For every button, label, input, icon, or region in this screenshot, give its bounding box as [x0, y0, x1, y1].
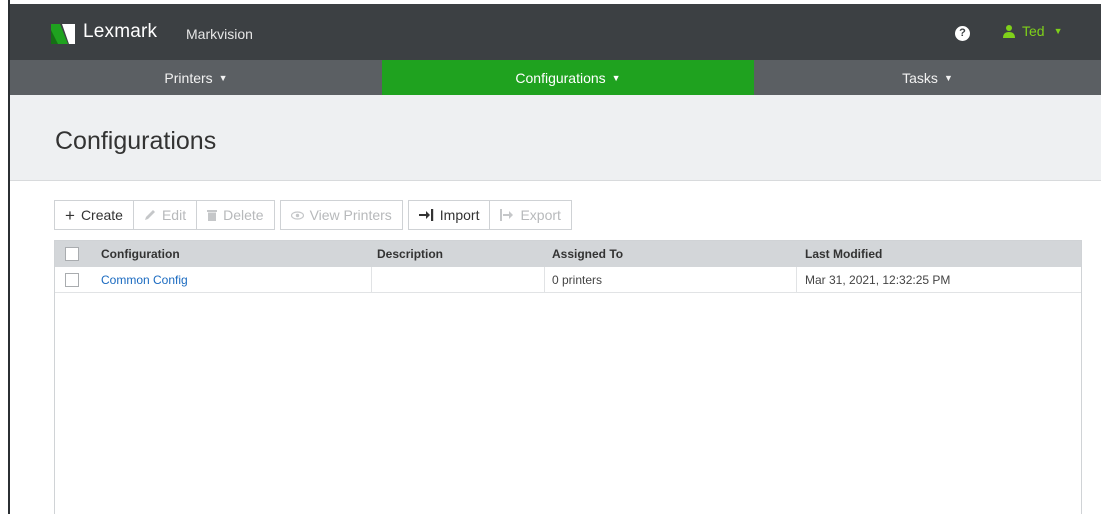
configurations-table: Configuration Description Assigned To La…	[54, 240, 1082, 514]
question-circle-icon[interactable]: ?	[955, 26, 970, 41]
plus-icon: +	[65, 205, 75, 225]
pencil-icon	[144, 210, 155, 220]
export-icon	[500, 209, 514, 221]
column-header-configuration[interactable]: Configuration	[101, 241, 180, 267]
column-divider	[544, 267, 545, 293]
column-header-description[interactable]: Description	[377, 241, 443, 267]
delete-button[interactable]: Delete	[196, 200, 275, 230]
import-button[interactable]: Import	[407, 200, 491, 230]
user-menu[interactable]: Ted ▼	[1002, 23, 1063, 39]
table-header: Configuration Description Assigned To La…	[55, 241, 1081, 267]
table-row[interactable]: Common Config 0 printers Mar 31, 2021, 1…	[55, 267, 1081, 293]
header-bar: Lexmark Markvision ? Ted ▼	[10, 4, 1101, 60]
column-divider	[796, 267, 797, 293]
tab-label: Printers	[164, 69, 213, 86]
column-divider	[371, 267, 372, 293]
product-name: Markvision	[186, 26, 253, 42]
app-window: Lexmark Markvision ? Ted ▼ Printers ▼ Co…	[0, 0, 1101, 514]
assigned-to-cell: 0 printers	[552, 273, 603, 287]
trash-icon	[207, 210, 218, 221]
create-label: Create	[80, 207, 123, 223]
chevron-down-icon: ▼	[1053, 26, 1063, 36]
chevron-down-icon: ▼	[943, 72, 953, 83]
last-modified-cell: Mar 31, 2021, 12:32:25 PM	[805, 273, 951, 287]
user-icon	[1003, 25, 1015, 38]
brand-name[interactable]: Lexmark	[83, 21, 157, 43]
row-checkbox[interactable]	[65, 273, 79, 287]
chevron-down-icon: ▼	[218, 72, 228, 83]
configuration-name-link[interactable]: Common Config	[101, 267, 188, 293]
select-all-checkbox[interactable]	[65, 247, 79, 261]
tab-label: Configurations	[515, 69, 606, 86]
edit-label: Edit	[161, 207, 187, 223]
import-icon	[418, 209, 433, 221]
import-label: Import	[439, 207, 480, 223]
export-button[interactable]: Export	[489, 200, 572, 230]
view-printers-label: View Printers	[309, 207, 392, 223]
tab-printers[interactable]: Printers ▼	[10, 60, 382, 95]
tab-tasks[interactable]: Tasks ▼	[754, 60, 1101, 95]
tab-configurations[interactable]: Configurations ▼	[382, 60, 754, 95]
eye-icon	[290, 210, 304, 220]
column-header-last-modified[interactable]: Last Modified	[805, 241, 882, 267]
tab-label: Tasks	[902, 69, 938, 86]
delete-label: Delete	[223, 207, 264, 223]
edit-button[interactable]: Edit	[132, 200, 198, 230]
column-header-assigned-to[interactable]: Assigned To	[552, 241, 623, 267]
user-name: Ted	[1022, 23, 1045, 39]
view-printers-button[interactable]: View Printers	[279, 200, 403, 230]
export-label: Export	[520, 207, 561, 223]
chevron-down-icon: ▼	[611, 72, 621, 83]
lexmark-logo-icon	[51, 24, 75, 44]
page-title: Configurations	[55, 127, 217, 155]
create-button[interactable]: + Create	[54, 200, 134, 230]
main-nav: Printers ▼ Configurations ▼ Tasks ▼	[10, 60, 1101, 95]
page-header: Configurations	[10, 95, 1101, 181]
action-toolbar: + Create Edit Delete View Printers Impor…	[54, 200, 572, 230]
